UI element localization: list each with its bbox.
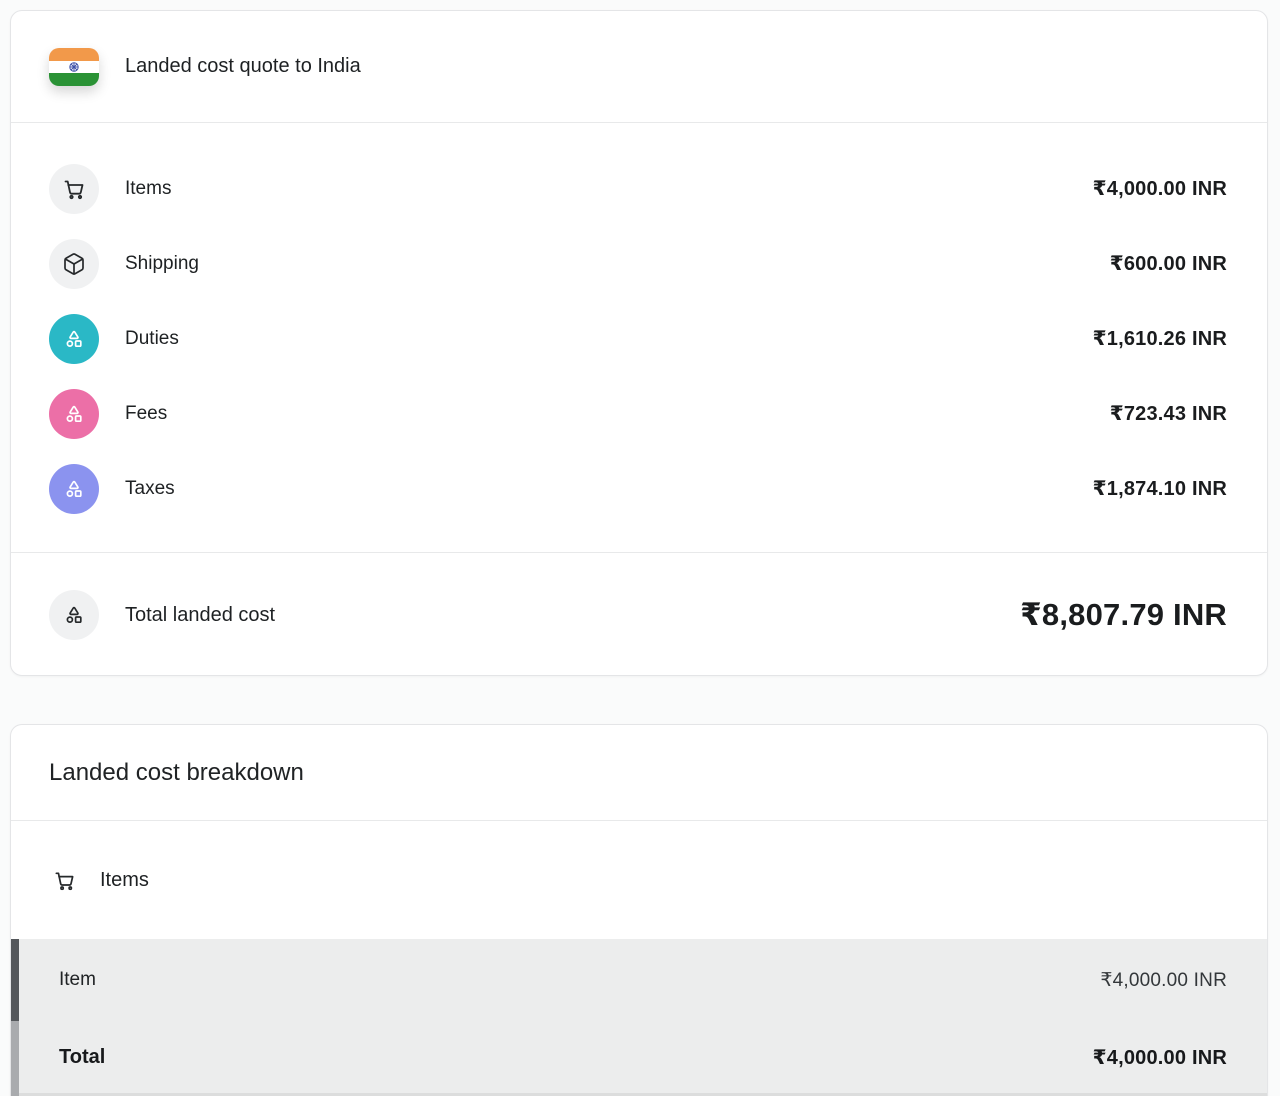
- shapes-icon: [49, 314, 99, 364]
- cost-row-value: ₹600.00 INR: [1110, 251, 1227, 276]
- table-row-value: ₹4,000.00 INR: [1093, 1045, 1227, 1070]
- package-icon: [49, 239, 99, 289]
- cost-rows: Items ₹4,000.00 INR Shipping ₹600.00 INR…: [11, 123, 1267, 552]
- cost-row-value: ₹723.43 INR: [1110, 401, 1227, 426]
- total-landed-cost-label: Total landed cost: [125, 604, 275, 627]
- breakdown-title: Landed cost breakdown: [49, 759, 304, 787]
- cost-row-label: Shipping: [125, 253, 199, 275]
- table-row-item: Item ₹4,000.00 INR: [11, 939, 1267, 1021]
- cost-row-value: ₹1,874.10 INR: [1093, 476, 1227, 501]
- total-landed-cost-value: ₹8,807.79 INR: [1020, 597, 1227, 633]
- vertical-scrollbar[interactable]: [11, 939, 19, 1096]
- quote-card-header: Landed cost quote to India: [11, 11, 1267, 122]
- total-landed-cost-row: Total landed cost ₹8,807.79 INR: [11, 553, 1267, 676]
- table-row-label: Item: [59, 969, 96, 991]
- india-flag-icon: [49, 48, 99, 86]
- shapes-icon: [49, 590, 99, 640]
- cost-row-shipping: Shipping ₹600.00 INR: [49, 226, 1227, 301]
- table-row-label: Total: [59, 1046, 105, 1069]
- cost-row-label: Fees: [125, 403, 167, 425]
- cost-row-taxes: Taxes ₹1,874.10 INR: [49, 451, 1227, 526]
- shapes-icon: [49, 464, 99, 514]
- breakdown-table: Item ₹4,000.00 INR Total ₹4,000.00 INR: [11, 939, 1267, 1096]
- breakdown-items-section-header: Items: [11, 821, 1267, 939]
- cart-icon: [49, 164, 99, 214]
- breakdown-section-label: Items: [100, 869, 149, 892]
- scrollbar-thumb[interactable]: [11, 939, 19, 1021]
- shapes-icon: [49, 389, 99, 439]
- cost-row-duties: Duties ₹1,610.26 INR: [49, 301, 1227, 376]
- cost-row-label: Items: [125, 178, 171, 200]
- cost-row-label: Taxes: [125, 478, 175, 500]
- cost-row-label: Duties: [125, 328, 179, 350]
- table-row-total: Total ₹4,000.00 INR: [11, 1021, 1267, 1093]
- table-row-value: ₹4,000.00 INR: [1100, 969, 1227, 992]
- quote-card-title: Landed cost quote to India: [125, 55, 361, 78]
- cart-icon: [53, 869, 76, 892]
- landed-cost-breakdown-card: Landed cost breakdown Items Item ₹4,000.…: [10, 724, 1268, 1096]
- cost-row-value: ₹1,610.26 INR: [1093, 326, 1227, 351]
- scrollbar-track[interactable]: [11, 1021, 19, 1096]
- landed-cost-quote-card: Landed cost quote to India Items ₹4,000.…: [10, 10, 1268, 676]
- cost-row-items: Items ₹4,000.00 INR: [49, 151, 1227, 226]
- breakdown-header: Landed cost breakdown: [11, 725, 1267, 820]
- cost-row-value: ₹4,000.00 INR: [1093, 176, 1227, 201]
- cost-row-fees: Fees ₹723.43 INR: [49, 376, 1227, 451]
